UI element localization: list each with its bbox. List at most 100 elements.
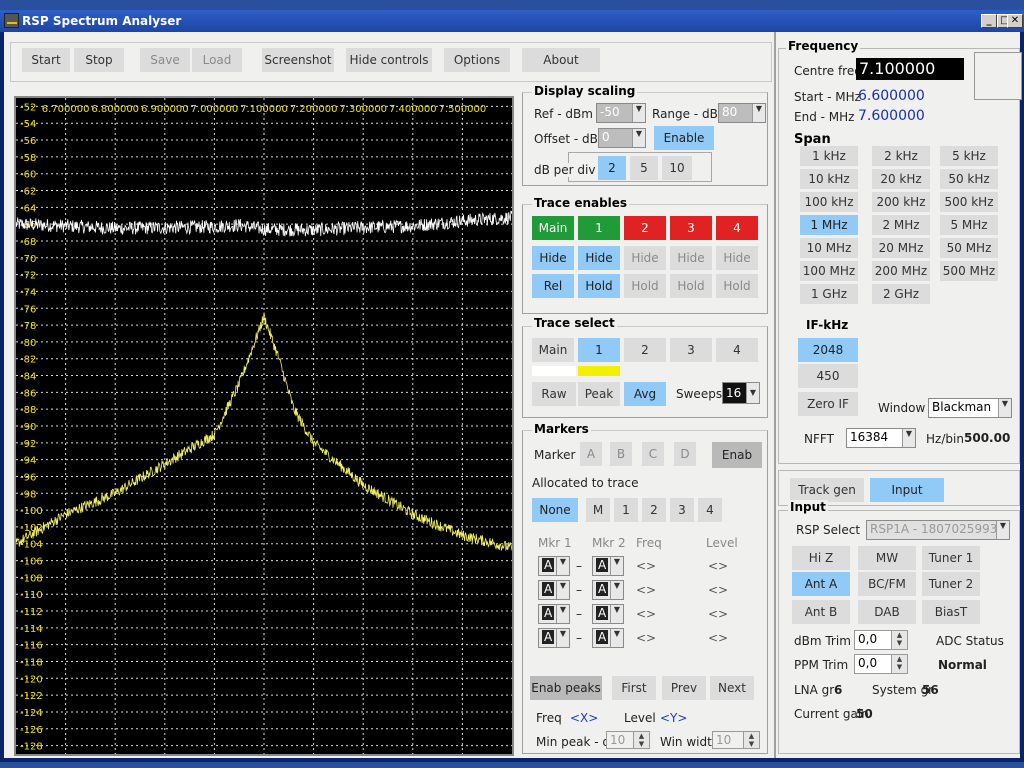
window-chevron-down-icon[interactable]: ▼ [998, 399, 1011, 417]
trace-select-4[interactable]: 4 [716, 338, 758, 362]
db-per-div-5-button[interactable]: 5 [630, 156, 658, 180]
span-button-20-mhz[interactable]: 20 MHz [872, 238, 930, 258]
hi-z-button[interactable]: Hi Z [792, 546, 850, 570]
hold-1-button[interactable]: Hold [578, 274, 620, 298]
trace-enable-1[interactable]: 1 [578, 216, 620, 240]
span-button-1-mhz[interactable]: 1 MHz [800, 215, 858, 235]
range-combo[interactable]: 80 ▼ [718, 103, 766, 123]
mw-button[interactable]: MW [858, 546, 916, 570]
span-button-200-mhz[interactable]: 200 MHz [872, 261, 930, 281]
enab-peaks-button[interactable]: Enab peaks [530, 676, 602, 700]
hide-4-button[interactable]: Hide [716, 246, 758, 270]
close-icon[interactable]: ✕ [1007, 14, 1023, 28]
marker-row-2-mkr2-chevron-down-icon[interactable]: ▼ [610, 581, 623, 599]
marker-c-button[interactable]: C [642, 442, 664, 466]
min-peak-spinner[interactable]: 10 ▲ ▼ [606, 731, 650, 749]
ppm-trim-spinner[interactable]: 0,0 ▲ ▼ [854, 654, 908, 674]
nfft-combo[interactable]: 16384 ▼ [846, 428, 916, 448]
ant-a-button[interactable]: Ant A [792, 572, 850, 596]
marker-row-2-mkr1[interactable]: A ▼ [538, 580, 570, 600]
minimize-icon[interactable]: _ [981, 14, 997, 28]
peak-mode-button[interactable]: Peak [578, 382, 620, 406]
trace-select-1[interactable]: 1 [578, 338, 620, 362]
nfft-chevron-down-icon[interactable]: ▼ [902, 429, 915, 447]
hide-main-button[interactable]: Hide [532, 246, 574, 270]
bc-fm-button[interactable]: BC/FM [858, 572, 916, 596]
span-button-100-khz[interactable]: 100 kHz [800, 192, 858, 212]
stop-button[interactable]: Stop [74, 48, 124, 72]
rsp-select-combo[interactable]: RSP1A - 1807025993 ▼ [866, 520, 1010, 540]
ant-b-button[interactable]: Ant B [792, 600, 850, 624]
raw-mode-button[interactable]: Raw [532, 382, 576, 406]
marker-row-3-mkr1[interactable]: A ▼ [538, 604, 570, 624]
span-button-10-khz[interactable]: 10 kHz [800, 169, 858, 189]
marker-row-2-mkr1-chevron-down-icon[interactable]: ▼ [556, 581, 569, 599]
marker-row-4-mkr2[interactable]: A ▼ [592, 628, 624, 648]
hold-2-button[interactable]: Hold [624, 274, 666, 298]
tab-input[interactable]: Input [870, 478, 944, 502]
span-button-5-khz[interactable]: 5 kHz [940, 146, 998, 166]
enable-scaling-button[interactable]: Enable [654, 126, 714, 150]
span-button-200-khz[interactable]: 200 kHz [872, 192, 930, 212]
window-combo[interactable]: Blackman ▼ [928, 398, 1012, 418]
marker-row-3-mkr2[interactable]: A ▼ [592, 604, 624, 624]
span-button-1-ghz[interactable]: 1 GHz [800, 284, 858, 304]
alloc-m-button[interactable]: M [586, 498, 610, 522]
next-peak-button[interactable]: Next [710, 676, 754, 700]
trace-enable-4[interactable]: 4 [716, 216, 758, 240]
marker-row-1-mkr1-chevron-down-icon[interactable]: ▼ [556, 557, 569, 575]
marker-d-button[interactable]: D [674, 442, 696, 466]
span-button-2-mhz[interactable]: 2 MHz [872, 215, 930, 235]
win-width-spinner[interactable]: 10 ▲ ▼ [712, 731, 760, 749]
marker-row-4-mkr1[interactable]: A ▼ [538, 628, 570, 648]
save-button[interactable]: Save [140, 48, 190, 72]
tab-track-gen[interactable]: Track gen [790, 478, 864, 502]
span-button-2-khz[interactable]: 2 kHz [872, 146, 930, 166]
span-button-2-ghz[interactable]: 2 GHz [872, 284, 930, 304]
hold-4-button[interactable]: Hold [716, 274, 758, 298]
hide-3-button[interactable]: Hide [670, 246, 712, 270]
alloc-2-button[interactable]: 2 [642, 498, 666, 522]
marker-row-4-mkr1-chevron-down-icon[interactable]: ▼ [556, 629, 569, 647]
marker-row-3-mkr1-chevron-down-icon[interactable]: ▼ [556, 605, 569, 623]
sweeps-combo[interactable]: 16 ▼ [722, 382, 760, 404]
span-button-1-khz[interactable]: 1 kHz [800, 146, 858, 166]
trace-enable-2[interactable]: 2 [624, 216, 666, 240]
screenshot-button[interactable]: Screenshot [262, 48, 334, 72]
tuner-1-button[interactable]: Tuner 1 [922, 546, 980, 570]
about-button[interactable]: About [522, 48, 600, 72]
span-button-100-mhz[interactable]: 100 MHz [800, 261, 858, 281]
if-450-button[interactable]: 450 [798, 364, 858, 388]
marker-row-1-mkr2-chevron-down-icon[interactable]: ▼ [610, 557, 623, 575]
options-button[interactable]: Options [444, 48, 510, 72]
start-button[interactable]: Start [22, 48, 70, 72]
span-button-10-mhz[interactable]: 10 MHz [800, 238, 858, 258]
trace-select-2[interactable]: 2 [624, 338, 666, 362]
dab-button[interactable]: DAB [858, 600, 916, 624]
alloc-none-button[interactable]: None [532, 498, 578, 522]
sweeps-chevron-down-icon[interactable]: ▼ [746, 383, 759, 403]
marker-row-4-mkr2-chevron-down-icon[interactable]: ▼ [610, 629, 623, 647]
alloc-3-button[interactable]: 3 [670, 498, 694, 522]
marker-b-button[interactable]: B [610, 442, 632, 466]
span-button-50-khz[interactable]: 50 kHz [940, 169, 998, 189]
zero-if-button[interactable]: Zero IF [798, 392, 858, 416]
prev-peak-button[interactable]: Prev [662, 676, 706, 700]
span-button-500-khz[interactable]: 500 kHz [940, 192, 998, 212]
dbm-trim-spinner[interactable]: 0,0 ▲ ▼ [854, 630, 908, 650]
ppm-trim-spin-arrows-icon[interactable]: ▲ ▼ [891, 655, 907, 673]
rsp-select-chevron-down-icon[interactable]: ▼ [996, 521, 1009, 539]
first-peak-button[interactable]: First [612, 676, 656, 700]
marker-row-3-mkr2-chevron-down-icon[interactable]: ▼ [610, 605, 623, 623]
spectrum-plot[interactable]: -52 -54 -56 -58 -60 -62 -64 -66 -68 -70 -72 -74 -76-… [14, 96, 514, 756]
hold-3-button[interactable]: Hold [670, 274, 712, 298]
alloc-1-button[interactable]: 1 [614, 498, 638, 522]
trace-enable-main[interactable]: Main [532, 216, 574, 240]
load-button[interactable]: Load [192, 48, 242, 72]
marker-row-1-mkr1[interactable]: A ▼ [538, 556, 570, 576]
span-button-500-mhz[interactable]: 500 MHz [940, 261, 998, 281]
rel-main-button[interactable]: Rel [532, 274, 574, 298]
centre-freq-input[interactable]: 7.100000 [856, 58, 964, 80]
marker-row-1-mkr2[interactable]: A ▼ [592, 556, 624, 576]
hide-2-button[interactable]: Hide [624, 246, 666, 270]
